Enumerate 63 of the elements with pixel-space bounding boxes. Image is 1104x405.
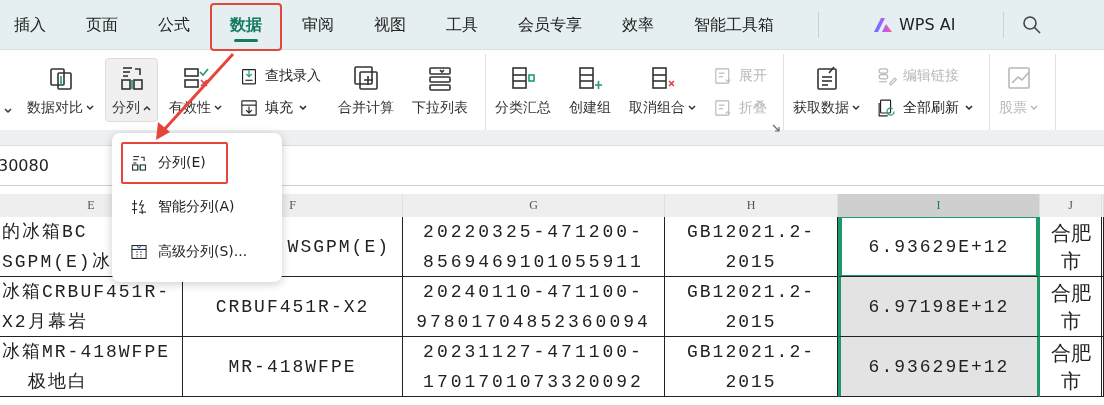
ribbon-button[interactable]: 分列 bbox=[105, 58, 158, 122]
ribbon-button[interactable]: 合并计算 bbox=[331, 58, 401, 122]
ribbon-tab[interactable]: 公式 bbox=[138, 0, 210, 50]
ribbon-tab[interactable]: 视图 bbox=[354, 0, 426, 50]
ribbon-tab[interactable]: 数据 bbox=[210, 0, 282, 50]
subtotal-icon bbox=[509, 64, 537, 92]
smart-split-icon bbox=[130, 198, 148, 217]
ribbon-tab[interactable]: 效率 bbox=[602, 0, 674, 50]
menu-item[interactable]: 分列(E) bbox=[112, 144, 282, 183]
caret-icon bbox=[965, 105, 973, 111]
ribbon-tab[interactable]: 插入 bbox=[0, 0, 66, 50]
column-header[interactable]: J bbox=[1040, 194, 1102, 217]
ribbon-button[interactable]: 全部刷新 bbox=[877, 98, 973, 118]
column-header[interactable]: H bbox=[665, 194, 838, 217]
column-header[interactable]: G bbox=[403, 194, 665, 217]
caret-icon bbox=[86, 105, 94, 111]
clipboard-icon bbox=[239, 66, 259, 86]
table-cell[interactable]: 20220325-471200- 8569469101055911 bbox=[403, 217, 665, 277]
caret-icon bbox=[143, 105, 151, 111]
fill-down-icon bbox=[239, 98, 259, 118]
caret-icon bbox=[852, 105, 860, 111]
ribbon-button[interactable]: 取消组合 bbox=[622, 58, 703, 122]
table-cell[interactable]: 6.93629E+12 bbox=[838, 217, 1040, 277]
table-cell[interactable]: 合肥市 bbox=[1040, 277, 1102, 337]
formula-field[interactable]: 30080 bbox=[0, 156, 49, 175]
table-cell[interactable]: 合肥市 bbox=[1040, 337, 1102, 397]
caret-icon bbox=[299, 105, 307, 111]
group-add-icon bbox=[576, 64, 604, 92]
ribbon-button[interactable]: 下拉列表 bbox=[405, 58, 475, 122]
table-cell[interactable]: 20231127-471100- 1701701073320092 bbox=[403, 337, 665, 397]
ai-button[interactable]: WPS AI bbox=[833, 15, 980, 34]
ribbon-button[interactable]: 创建组 bbox=[562, 58, 618, 122]
ribbon-button[interactable]: 分类汇总 bbox=[488, 58, 558, 122]
caret-icon bbox=[688, 105, 696, 111]
launcher-icon[interactable] bbox=[772, 124, 780, 132]
annotation-box bbox=[210, 2, 282, 51]
table-cell[interactable]: 6.93629E+12 bbox=[838, 337, 1040, 397]
expand-icon bbox=[713, 66, 733, 86]
caret-icon bbox=[214, 105, 222, 111]
dropdown-list-icon bbox=[426, 64, 454, 92]
ribbon-tab[interactable]: 会员专享 bbox=[498, 0, 602, 50]
table-cell[interactable]: 冰箱MR-418WFPE 极地白 bbox=[0, 337, 183, 397]
consolidate-icon bbox=[352, 64, 380, 92]
ribbon-tab[interactable]: 工具 bbox=[426, 0, 498, 50]
caret-icon bbox=[1030, 105, 1038, 111]
ai-logo-icon bbox=[873, 16, 893, 33]
table-cell[interactable]: 合肥市 bbox=[1040, 217, 1102, 277]
ribbon-tab[interactable]: 页面 bbox=[66, 0, 138, 50]
table-cell[interactable]: 20240110-471100- 97801704852360094 bbox=[403, 277, 665, 337]
advanced-split-icon bbox=[130, 242, 148, 261]
ribbon-tab[interactable]: 智能工具箱 bbox=[674, 0, 794, 50]
ribbon-button[interactable]: 数据对比 bbox=[20, 58, 101, 122]
split-columns-icon bbox=[130, 154, 148, 173]
table-cell[interactable]: 6.97198E+12 bbox=[838, 277, 1040, 337]
refresh-all-icon bbox=[877, 98, 897, 118]
table-cell[interactable]: MR-418WFPE bbox=[183, 337, 403, 397]
ribbon-button[interactable]: 填充 bbox=[239, 98, 321, 118]
link-edit-icon bbox=[877, 66, 897, 86]
ribbon-button[interactable]: 查找录入 bbox=[239, 66, 321, 86]
caret-icon bbox=[4, 108, 12, 114]
collapse-icon bbox=[713, 98, 733, 118]
ribbon-tab[interactable]: 审阅 bbox=[282, 0, 354, 50]
ribbon-button[interactable]: 获取数据 bbox=[786, 58, 867, 122]
